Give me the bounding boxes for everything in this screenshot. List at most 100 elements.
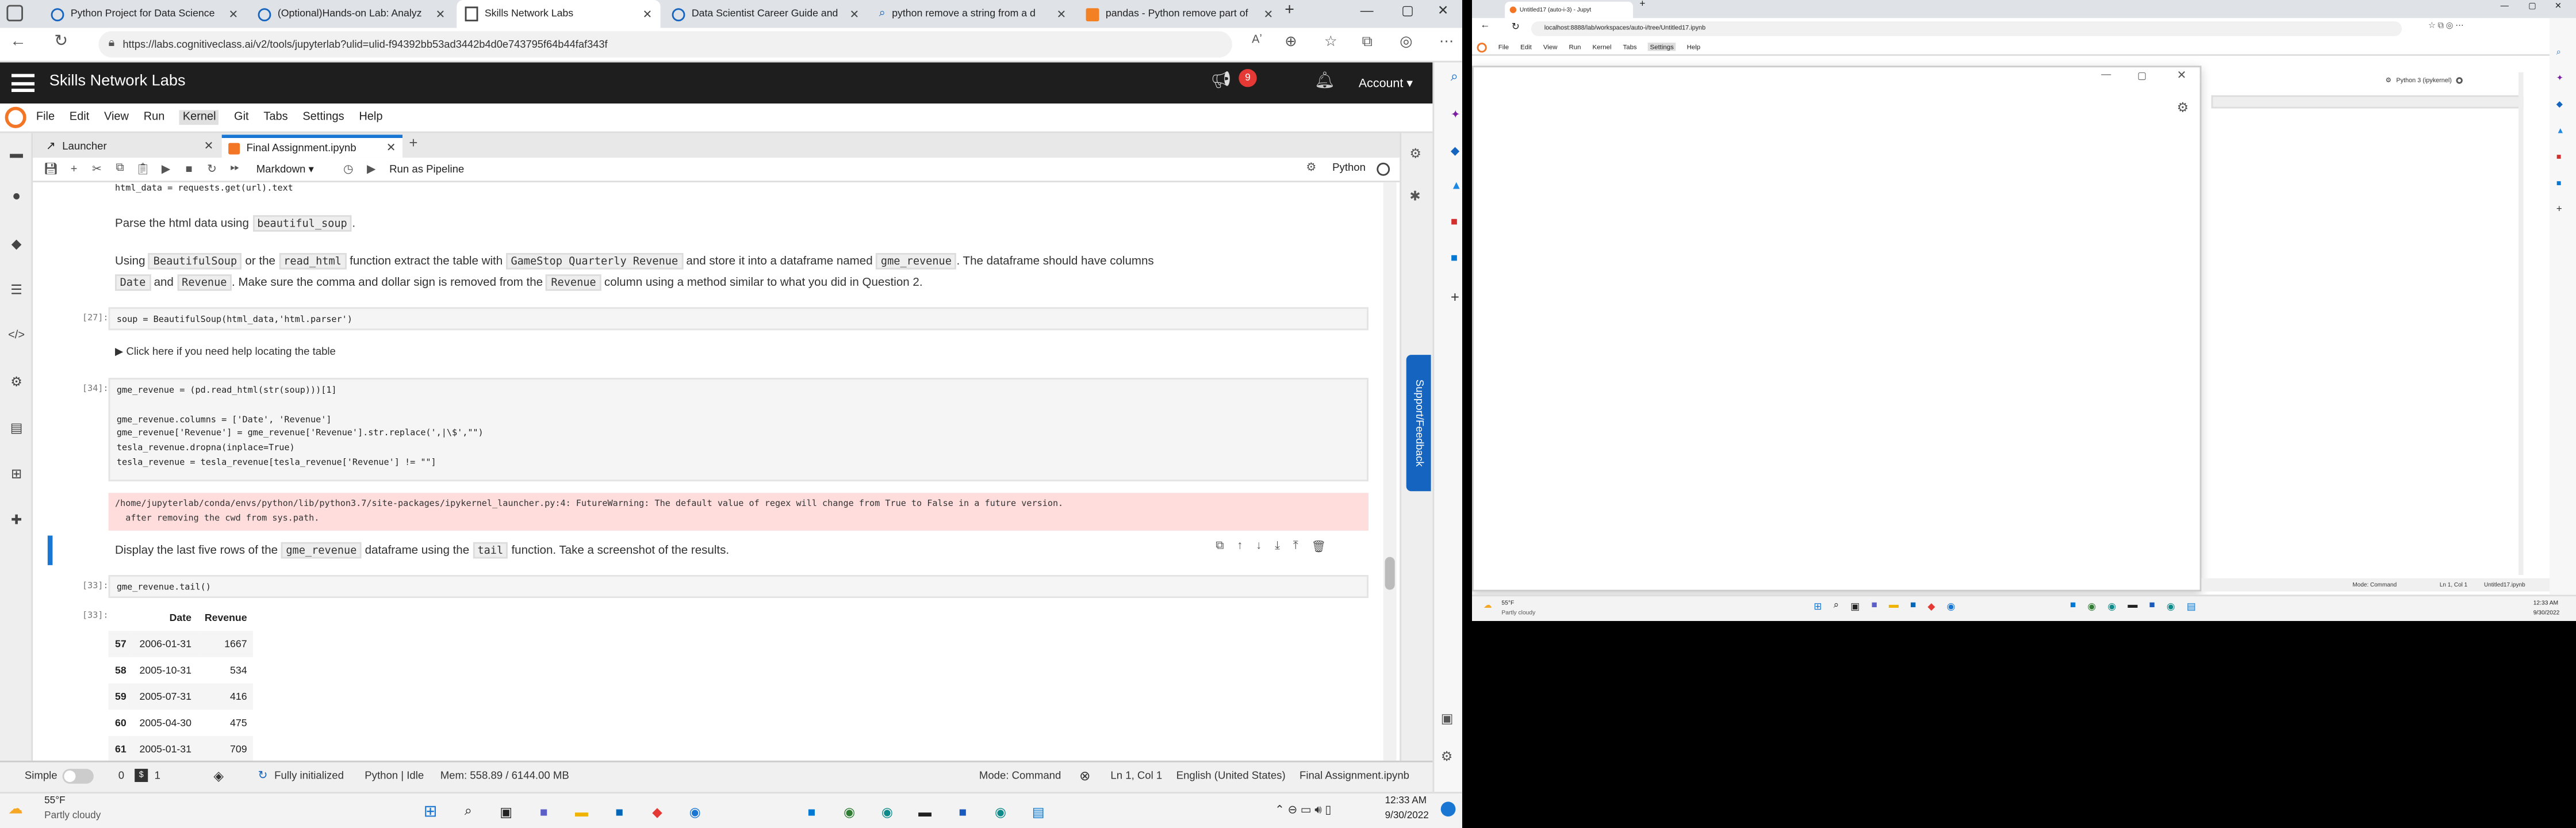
back-icon[interactable]: ← [1480, 21, 1490, 31]
delete-icon[interactable]: 🗑︎ [1312, 540, 1326, 554]
close-icon[interactable]: ✕ [1057, 7, 1067, 21]
cell-type-select[interactable]: Markdown ▾ [256, 163, 331, 176]
window-close-button[interactable]: ✕ [2555, 2, 2562, 12]
copilot-icon[interactable]: ✦ [1451, 109, 1460, 121]
tab-final-assignment[interactable]: Final Assignment.ipynb ✕ [221, 135, 402, 158]
menu-file[interactable]: File [36, 112, 55, 123]
file-browser-icon[interactable]: ▬ [0, 136, 33, 169]
duplicate-icon[interactable]: ⧉ [1216, 540, 1224, 554]
menu-kernel[interactable]: Kernel [179, 110, 220, 125]
word-icon[interactable]: ■ [2149, 601, 2155, 613]
pipeline-icon[interactable]: ⊞ [0, 457, 33, 489]
edge-icon[interactable]: ◉ [1947, 601, 1956, 613]
edge-dev-icon[interactable]: ◉ [2167, 601, 2175, 613]
clock-time[interactable]: 12:33 AM [1385, 797, 1427, 807]
word-icon[interactable]: ■ [949, 799, 976, 825]
system-tray-icons[interactable]: ⌃ ⊖ ▭ 🔊︎ ▯ [1275, 803, 1331, 818]
store-icon[interactable]: ■ [1910, 601, 1916, 613]
right-kernel-indicator[interactable]: ⚙ Python 3 (ipykernel) [2386, 75, 2463, 84]
new-tab-button[interactable]: + [1285, 2, 1294, 20]
browser-tab-1[interactable]: Python Project for Data Science ✕ [43, 0, 247, 28]
kernel-status[interactable]: Python | Idle [365, 770, 424, 782]
maximize-button[interactable]: ▢ [2528, 2, 2536, 12]
back-icon[interactable]: ← [10, 33, 26, 51]
more-icon[interactable]: ⋯ [1439, 33, 1454, 51]
task-view-icon[interactable]: ▣ [1850, 601, 1860, 613]
right-address-bar[interactable]: localhost:8888/lab/workspaces/auto-i/tre… [1531, 21, 2402, 36]
outlook-icon[interactable]: ■ [2070, 601, 2076, 613]
extension-puzzle-icon[interactable]: ✚ [0, 503, 33, 535]
markdown-cell-display-tail[interactable]: Display the last five rows of the gme_re… [115, 542, 729, 559]
shopping-icon[interactable]: ◆ [2556, 100, 2563, 110]
stop-icon[interactable]: ■ [178, 159, 201, 179]
windows-start-icon[interactable]: ⊞ [417, 799, 444, 825]
browser-tab-3[interactable]: Skills Network Labs ✕ [457, 0, 661, 28]
menu-file[interactable]: File [1498, 43, 1509, 51]
search-icon[interactable]: ⌕ [1451, 69, 1458, 86]
close-icon[interactable]: ✕ [436, 7, 446, 21]
copy-icon[interactable]: ⧉ [109, 159, 132, 179]
browser-actions-icons[interactable]: ☆ ⧉ ◎ ⋯ [2428, 21, 2464, 31]
kernel-settings-gear-icon[interactable]: ⚙ [1306, 161, 1316, 174]
bell-icon[interactable]: 🔔︎ [1314, 72, 1335, 90]
clock-time[interactable]: 12:33 AM [2533, 600, 2558, 606]
menu-kernel[interactable]: Kernel [1592, 43, 1611, 51]
table-of-contents-icon[interactable]: ☰ [0, 273, 33, 305]
paste-icon[interactable]: 📋︎ [132, 159, 155, 179]
search-icon[interactable]: ⌕ [455, 799, 481, 825]
move-down-icon[interactable]: ↓ [1256, 540, 1262, 554]
menu-edit[interactable]: Edit [1520, 43, 1532, 51]
menu-git[interactable]: Git [234, 112, 249, 123]
right-browser-tab[interactable]: Untitled17 (auto-i-3) - Jupyt [1505, 1, 1633, 18]
support-feedback-tab[interactable]: Support/Feedback [1406, 355, 1431, 492]
add-icon[interactable]: + [1451, 289, 1459, 306]
store-icon[interactable]: ■ [606, 799, 632, 825]
code-cell-gme-revenue[interactable]: gme_revenue = (pd.read_html(str(soup)))[… [108, 378, 1368, 482]
property-inspector-icon[interactable]: ▤ [0, 411, 33, 443]
window-close-button[interactable]: ✕ [1438, 3, 1448, 18]
collections-icon[interactable]: ⧉ [1362, 33, 1373, 51]
cut-icon[interactable]: ✂ [86, 159, 109, 179]
settings-gear-icon[interactable]: ⚙ [0, 365, 33, 397]
app-red-icon[interactable]: ◆ [644, 799, 670, 825]
run-icon[interactable]: ▶ [155, 159, 178, 179]
profile-icon[interactable]: ◎ [1400, 33, 1412, 51]
code-line[interactable]: html_data = requests.get(url).text [115, 182, 293, 197]
close-icon[interactable]: ✕ [229, 7, 239, 21]
settings-gear-icon[interactable]: ⚙ [2177, 100, 2188, 115]
menu-help[interactable]: Help [1687, 43, 1701, 51]
office-icon[interactable]: ■ [1451, 217, 1458, 228]
minimize-button[interactable]: — [2101, 71, 2111, 80]
edge-browser-icon[interactable]: ◉ [2107, 601, 2116, 613]
maximize-button[interactable]: ▢ [2137, 71, 2146, 82]
close-icon[interactable]: ✕ [204, 140, 214, 153]
insert-above-icon[interactable]: ⤒ [1293, 540, 1298, 554]
minimize-button[interactable]: — [2501, 2, 2509, 12]
browser-tab-5[interactable]: ⌕ python remove a string from a d ✕ [871, 0, 1075, 28]
git-status-icon[interactable]: ◈ [213, 769, 224, 784]
outlook-icon[interactable]: ■ [2556, 179, 2562, 189]
run-pipeline-button[interactable]: Run as Pipeline [389, 163, 464, 175]
chrome-icon[interactable]: ◉ [836, 799, 862, 825]
sidebar-settings-gear-icon[interactable]: ⚙ [1441, 749, 1452, 764]
temperature[interactable]: 55°F [44, 797, 65, 807]
git-icon[interactable]: ◆ [0, 227, 33, 259]
close-icon[interactable]: ✕ [386, 141, 396, 155]
hamburger-menu-icon[interactable] [12, 74, 34, 92]
menu-view[interactable]: View [104, 112, 129, 123]
new-tab-button[interactable]: + [1639, 0, 1645, 10]
browser-tab-2[interactable]: (Optional)Hands-on Lab: Analyz ✕ [250, 0, 454, 28]
terminal-app-icon[interactable]: ▬ [912, 799, 938, 825]
debugger-icon[interactable]: ✱ [1409, 189, 1420, 204]
terminal-app-icon[interactable]: ▬ [2128, 601, 2137, 613]
menu-edit[interactable]: Edit [70, 112, 89, 123]
menu-help[interactable]: Help [359, 112, 382, 123]
add-icon[interactable]: + [2556, 205, 2562, 215]
restart-icon[interactable]: ↻ [201, 159, 224, 179]
shopping-icon[interactable]: ◆ [1451, 144, 1459, 158]
refresh-icon[interactable]: ↻ [1512, 21, 1520, 33]
browser-tab-4[interactable]: Data Scientist Career Guide and ✕ [664, 0, 868, 28]
property-inspector-gear-icon[interactable]: ⚙ [1409, 146, 1421, 161]
clock-icon[interactable]: ◷ [337, 159, 360, 179]
pipeline-run-icon[interactable]: ▶ [360, 159, 383, 179]
